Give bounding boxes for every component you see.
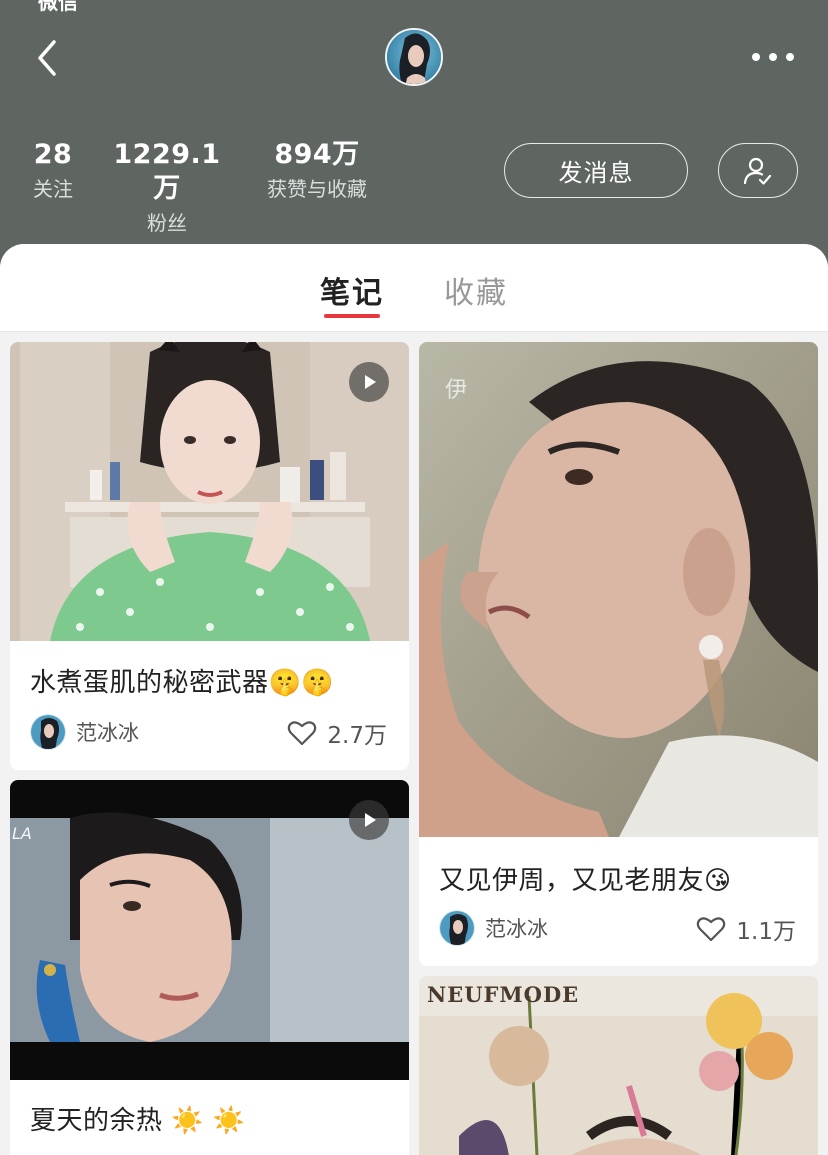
note-title-text: 水煮蛋肌的秘密武器	[30, 668, 269, 698]
likes-count: 1.1万	[736, 919, 796, 945]
tab-notes[interactable]: 笔记	[320, 268, 384, 312]
note-cover-image: LA	[10, 780, 409, 1080]
profile-header: 微信 28 关注 1229.1万 粉丝 894万 获赞与收藏 发消息	[0, 0, 828, 260]
note-title: 水煮蛋肌的秘密武器🤫🤫	[30, 662, 334, 699]
note-title: 夏天的余热 ☀️ ☀️	[30, 1100, 246, 1137]
chevron-left-icon	[38, 40, 56, 76]
note-card[interactable]: NEUFMODE	[419, 976, 818, 1155]
emoji: 🤫🤫	[268, 668, 335, 698]
brand-logo-text: NEUFMODE	[427, 982, 580, 1007]
note-cover-image: NEUFMODE	[419, 976, 818, 1155]
avatar-image	[387, 30, 441, 84]
more-dot-icon	[786, 53, 794, 61]
note-title-text: 夏天的余热	[30, 1106, 163, 1136]
likes-collects-label: 获赞与收藏	[267, 177, 367, 201]
back-button[interactable]	[28, 30, 68, 86]
send-message-button[interactable]: 发消息	[504, 143, 688, 198]
more-dot-icon	[769, 53, 777, 61]
tab-bar: 笔记 收藏	[0, 244, 828, 332]
author-name: 范冰冰	[485, 917, 548, 941]
more-dot-icon	[752, 53, 760, 61]
play-icon	[365, 813, 376, 827]
note-card[interactable]: LA 夏天的余热 ☀️ ☀️	[10, 780, 409, 1155]
video-badge	[349, 800, 389, 840]
likes-count: 2.7万	[327, 723, 387, 749]
fans-stat[interactable]: 1229.1万 粉丝	[102, 138, 232, 238]
content-panel: 笔记 收藏 水煮蛋肌的秘密武器🤫🤫 范冰冰 2.7万 伊 又见伊周，又见老朋友😘…	[0, 244, 828, 1155]
note-author[interactable]: 范冰冰	[439, 910, 548, 946]
note-author[interactable]: 范冰冰	[30, 714, 139, 750]
following-count: 28	[33, 139, 73, 170]
note-title-text: 又见伊周，又见老朋友	[439, 866, 705, 896]
author-avatar	[30, 714, 66, 750]
note-card[interactable]: 伊 又见伊周，又见老朋友😘 范冰冰 1.1万	[419, 342, 818, 966]
fans-label: 粉丝	[147, 211, 187, 235]
note-card[interactable]: 水煮蛋肌的秘密武器🤫🤫 范冰冰 2.7万	[10, 342, 409, 770]
note-cover-image	[10, 342, 409, 641]
like-button[interactable]: 2.7万	[287, 716, 387, 750]
likes-collects-count: 894万	[274, 139, 360, 170]
fans-count: 1229.1万	[113, 139, 221, 204]
emoji: 😘	[704, 866, 732, 896]
following-status-button[interactable]	[718, 143, 798, 198]
play-icon	[365, 375, 376, 389]
active-tab-indicator	[324, 314, 380, 318]
profile-avatar[interactable]	[385, 28, 443, 86]
heart-icon	[697, 917, 726, 942]
note-title: 又见伊周，又见老朋友😘	[439, 860, 732, 897]
video-badge	[349, 362, 389, 402]
note-cover-image: 伊	[419, 342, 818, 837]
video-watermark: LA	[12, 824, 32, 843]
status-bar-text: 微信	[38, 0, 78, 14]
author-name: 范冰冰	[76, 721, 139, 745]
tab-collections[interactable]: 收藏	[444, 268, 508, 312]
user-check-icon	[743, 157, 772, 185]
following-stat[interactable]: 28 关注	[22, 138, 84, 204]
following-label: 关注	[33, 177, 73, 201]
svg-text:伊: 伊	[445, 378, 467, 403]
likes-collects-stat[interactable]: 894万 获赞与收藏	[252, 138, 382, 204]
emoji: ☀️ ☀️	[171, 1106, 246, 1136]
heart-icon	[288, 721, 317, 746]
more-options-button[interactable]	[748, 40, 798, 74]
author-avatar	[439, 910, 475, 946]
like-button[interactable]: 1.1万	[696, 912, 796, 946]
